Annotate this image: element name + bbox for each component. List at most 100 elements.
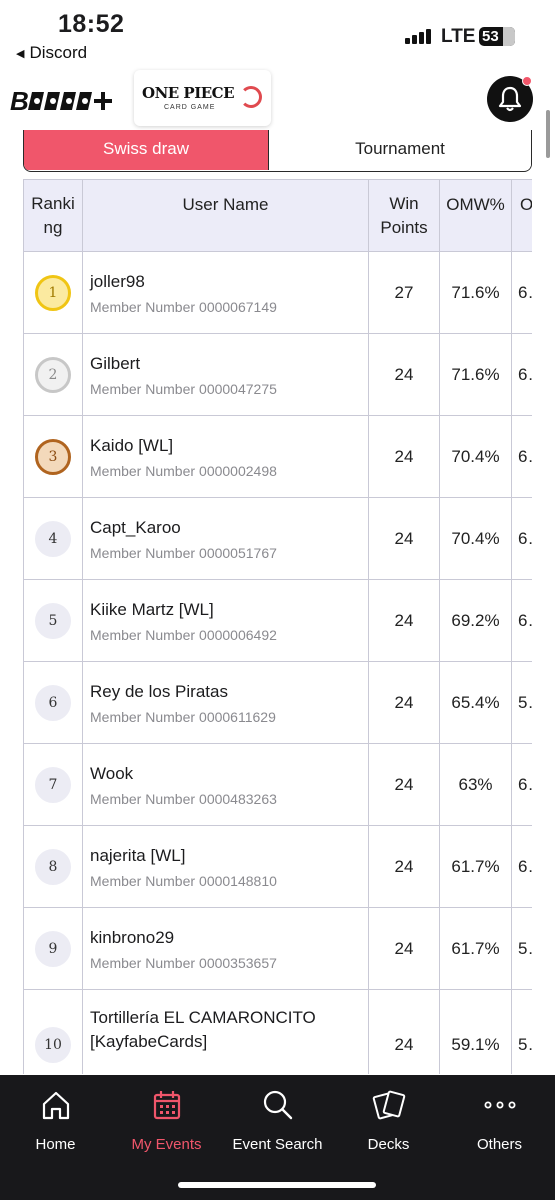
user-cell: Kaido [WL] Member Number 0000002498 (82, 415, 369, 498)
scroll-indicator[interactable] (546, 110, 550, 158)
member-number-label: Member Number (90, 544, 196, 561)
member-number-value: 0000148810 (199, 872, 277, 889)
user-name: Kiike Martz [WL] (90, 599, 214, 619)
member-number: Member Number 0000148810 (90, 872, 368, 890)
bandai-logo-icon: B (10, 86, 112, 116)
tab-swiss-draw[interactable]: Swiss draw (24, 130, 268, 170)
rank-cell: 5 (23, 579, 83, 662)
one-piece-card-game-logo[interactable]: ONE PIECE CARD GAME (134, 70, 271, 126)
table-row[interactable]: 10 Tortillería EL CAMARONCITO [KayfabeCar… (23, 989, 532, 1074)
table-row[interactable]: 7WookMember Number00004832632463%6… (23, 743, 532, 826)
member-number: Member Number 0000483263 (90, 790, 368, 808)
rank-cell: 2 (23, 333, 83, 416)
next-column-cell: 6… (511, 825, 532, 908)
member-number-value: 0000051767 (199, 544, 277, 561)
rank-badge-icon: 3 (35, 438, 71, 475)
back-to-app-link[interactable]: ◀ Discord (16, 43, 87, 63)
rank-cell: 1 (23, 251, 83, 334)
user-cell: Wook Member Number 0000483263 (82, 743, 369, 826)
draw-type-tabs: Swiss draw Tournament (23, 130, 532, 172)
nav-others[interactable]: Others (444, 1085, 555, 1153)
nav-others-label: Others (476, 1136, 522, 1153)
user-name: najerita [WL] (90, 845, 186, 865)
next-column-cell: 6… (511, 579, 532, 662)
user-name: joller98 (90, 271, 145, 291)
member-number-label: Member Number (90, 626, 196, 643)
member-number-label: Member Number (90, 462, 196, 479)
header-omw-label: OMW% (446, 195, 505, 214)
notifications-button[interactable] (487, 76, 533, 122)
member-number: Member Number 0000353657 (90, 954, 368, 972)
user-name: Gilbert (90, 353, 141, 373)
header-omw: OMW% (439, 179, 512, 252)
table-row[interactable]: 3 Kaido [WL] Member Number 0000002498 24 70.4… (23, 415, 532, 498)
rank-badge-icon: 4 (35, 520, 71, 557)
ranking-table-container[interactable]: Ranki ng User Name Win Points OMW% O 1 jo… (23, 179, 532, 1074)
rank-badge-icon: 8 (35, 848, 71, 885)
win-points-cell: 24 (368, 743, 440, 826)
header-win-points-label: Win Points (380, 193, 428, 237)
header-ranking-label: Ranki ng (31, 193, 75, 237)
member-number-value: 0000067149 (199, 298, 277, 315)
user-cell: Kiike Martz [WL] Member Number 0000006492 (82, 579, 369, 662)
table-row[interactable]: 1 joller98 Member Number 0000067149 27 71.6% 6… (23, 251, 532, 334)
table-row[interactable]: 9 kinbrono29 Member Number 0000353657 24 61.7… (23, 907, 532, 990)
win-points-cell: 24 (368, 907, 440, 990)
next-column-cell: 6… (511, 743, 532, 826)
rank-badge-icon: 5 (35, 602, 71, 639)
omw-cell: 71.6% (439, 251, 512, 334)
table-row[interactable]: 6 Rey de los Piratas Member Number 00006116… (23, 661, 532, 744)
user-name: Tortillería EL CAMARONCITO [KayfabeCards… (90, 1008, 316, 1051)
search-icon (263, 1090, 292, 1120)
rank-cell: 10 (23, 989, 83, 1074)
header-next-label: O (520, 195, 532, 214)
user-cell: kinbrono29 Member Number 0000353657 (82, 907, 369, 990)
user-cell: najerita [WL] Member Number 0000148810 (82, 825, 369, 908)
omw-cell: 70.4% (439, 415, 512, 498)
rank-cell: 6 (23, 661, 83, 744)
member-number-label: Member Number (90, 298, 196, 315)
game-logo-subtitle: CARD GAME (164, 104, 216, 111)
header-user-name: User Name (82, 179, 369, 252)
home-indicator[interactable] (178, 1182, 376, 1188)
table-header-row: Ranki ng User Name Win Points OMW% O (23, 179, 532, 252)
member-number: Member Number 0000611629 (90, 708, 368, 726)
member-number-label: Member Number (90, 790, 196, 807)
table-row[interactable]: 2GilbertMember Number00000472752471.6%6… (23, 333, 532, 416)
status-bar: 18:52 ◀ Discord LTE 53 (0, 0, 555, 70)
nav-my-events[interactable]: My Events (111, 1085, 222, 1153)
member-number-value: 0000006492 (199, 626, 277, 643)
rank-badge-icon: 2 (35, 356, 71, 393)
user-name: Wook (90, 763, 134, 783)
member-number-value: 0000611629 (199, 708, 276, 725)
nav-home[interactable]: Home (0, 1085, 111, 1153)
rank-badge-icon: 1 (35, 274, 71, 311)
tab-tournament[interactable]: Tournament (268, 130, 531, 170)
svg-text:B: B (10, 86, 28, 116)
user-cell: Capt_Karoo Member Number 0000051767 (82, 497, 369, 580)
battery-percent: 53 (482, 28, 499, 45)
ranking-table: Ranki ng User Name Win Points OMW% O 1 jo… (23, 179, 532, 1074)
bell-icon (498, 86, 522, 112)
table-row[interactable]: 8 najerita [WL] Member Number 0000148810 24 6… (23, 825, 532, 908)
win-points-cell: 24 (368, 333, 440, 416)
rank-cell: 4 (23, 497, 83, 580)
rank-badge-icon: 10 (35, 1026, 71, 1063)
nav-event-search[interactable]: Event Search (222, 1085, 333, 1153)
calendar-icon (153, 1091, 180, 1120)
table-row[interactable]: 4 Capt_Karoo Member Number 0000051767 24 70.4… (23, 497, 532, 580)
omw-cell: 69.2% (439, 579, 512, 662)
home-icon (42, 1091, 69, 1120)
user-cell: Rey de los Piratas Member Number 000061162… (82, 661, 369, 744)
table-row[interactable]: 5 Kiike Martz [WL] Member Number 0000006492… (23, 579, 532, 662)
user-name: Rey de los Piratas (90, 681, 228, 701)
user-name: Capt_Karoo (90, 517, 181, 537)
member-number: Member Number 0000047275 (90, 380, 368, 398)
member-number: Member Number 0000002498 (90, 462, 368, 480)
bandai-plus-logo[interactable]: B (10, 86, 114, 123)
omw-cell: 70.4% (439, 497, 512, 580)
nav-decks[interactable]: Decks (333, 1085, 444, 1153)
rank-cell: 3 (23, 415, 83, 498)
member-number-label: Member Number (90, 380, 196, 397)
cards-icon (372, 1090, 405, 1120)
